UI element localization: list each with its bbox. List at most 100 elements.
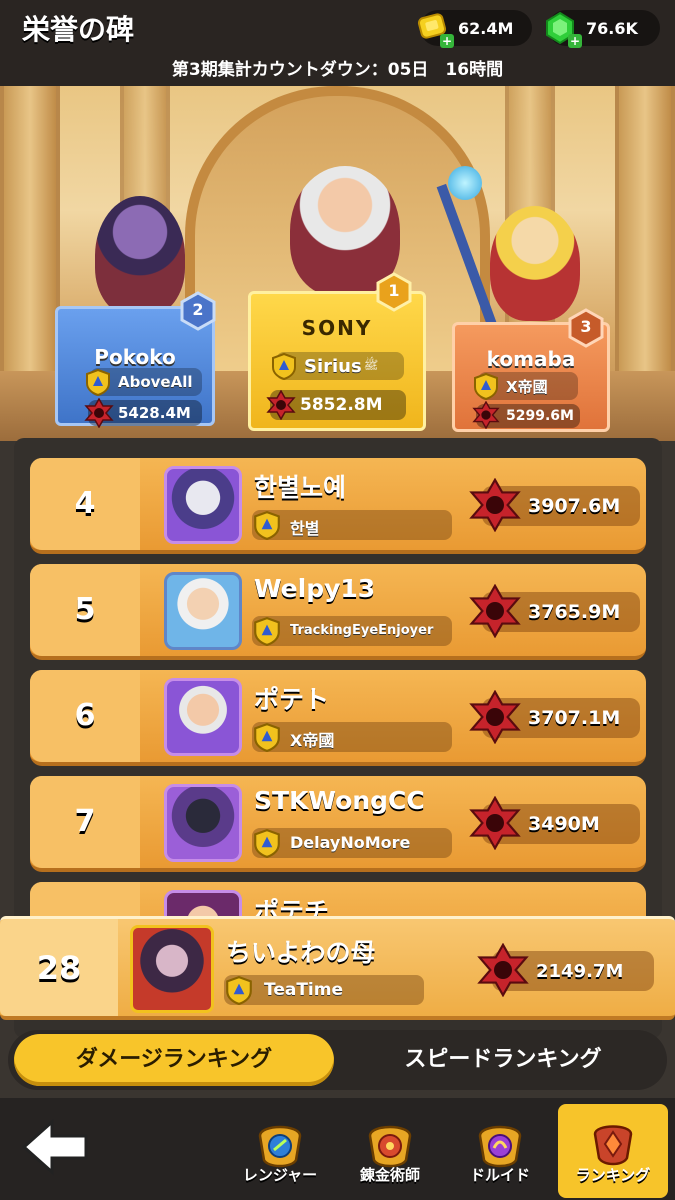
bottom-nav: レンジャー 錬金術師 ドルイド ランキング (0, 1098, 675, 1200)
player-avatar[interactable] (164, 466, 242, 544)
guild-shield-icon (472, 372, 500, 401)
season-countdown: 第3期集計カウントダウン：05日 16時間 (0, 56, 675, 86)
damage-demon-icon (476, 942, 530, 998)
guild-pill: TrackingEyeEnjoyer (252, 616, 452, 647)
rank1-badge: 1 (374, 272, 414, 312)
add-gold-icon[interactable]: + (440, 34, 454, 48)
rank3-player-name: komaba (486, 347, 576, 371)
gem-icon: + (542, 10, 582, 48)
rank1-player-name: Sirius (304, 355, 362, 377)
ranking-row[interactable]: 7 STKWongCC DelayNoMore 3490M (30, 776, 646, 872)
rank2-guild: AboveAll (86, 368, 202, 397)
guild-shield-icon (270, 352, 298, 381)
rank3-character[interactable] (490, 206, 580, 321)
gold-coin-icon: + (414, 10, 454, 48)
rank-number: 7 (74, 804, 96, 839)
tab-damage-ranking[interactable]: ダメージランキング (14, 1034, 334, 1086)
damage-demon-icon (468, 583, 522, 639)
guild-shield-icon (252, 510, 282, 541)
damage-value: 3490M (528, 813, 600, 835)
rank2-damage-value: 5428.4M (118, 404, 191, 422)
damage-pill: 3490M (469, 795, 640, 851)
damage-pill: 3707.1M (469, 689, 640, 745)
damage-pill: 3765.9M (469, 583, 640, 639)
guild-shield-icon (252, 722, 282, 753)
gold-amount: 62.4M (458, 18, 514, 38)
damage-demon-icon (468, 689, 522, 745)
guild-pill: 한별 (252, 510, 452, 541)
rank3-damage-value: 5299.6M (506, 408, 574, 424)
guild-shield-icon (252, 828, 282, 859)
tab-speed-ranking[interactable]: スピードランキング (348, 1034, 658, 1086)
rank-number: 5 (74, 592, 96, 627)
my-rank-number: 28 (36, 949, 82, 987)
damage-pill: 3907.6M (469, 477, 640, 533)
rank2-guild-name: AboveAll (118, 373, 193, 391)
nav-druid[interactable]: ドルイド (450, 1104, 550, 1198)
podium-stage: Pokoko 2 AboveAll 5428.4M SONY 1 Sirius … (0, 86, 675, 441)
gold-counter[interactable]: + 62.4M (417, 10, 532, 48)
rank1-damage-value: 5852.8M (300, 395, 383, 415)
top-bar: 栄誉の碑 + 62.4M + 76.6K (0, 0, 675, 56)
rank3-damage: 5299.6M (472, 400, 580, 430)
guild-name: TrackingEyeEnjoyer (290, 623, 434, 638)
damage-demon-icon (468, 795, 522, 851)
nav-ranger-label: レンジャー (242, 1166, 318, 1184)
my-guild-name: TeaTime (264, 980, 344, 1000)
player-avatar[interactable] (164, 572, 242, 650)
damage-demon-icon (266, 389, 296, 421)
guild-name: 한별 (290, 519, 320, 538)
nav-druid-label: ドルイド (469, 1166, 530, 1184)
rank1-title-badge: SONY (301, 316, 373, 340)
ranking-row[interactable]: 4 한별노예 한별 3907.6M (30, 458, 646, 554)
rank1-name-glyph: ﷺ (363, 357, 379, 372)
guild-shield-icon (84, 368, 112, 397)
my-guild-pill: TeaTime (224, 975, 424, 1006)
player-name: 한별노예 (254, 473, 347, 502)
player-name: Welpy13 (254, 574, 376, 603)
back-arrow-icon (21, 1118, 88, 1176)
rank2-number: 2 (192, 300, 204, 319)
guild-pill: DelayNoMore (252, 828, 452, 859)
guild-shield-icon (224, 975, 254, 1006)
damage-value: 3707.1M (528, 707, 621, 729)
nav-alchemist-label: 錬金術師 (359, 1166, 420, 1184)
damage-value: 3907.6M (528, 495, 621, 517)
guild-shield-icon (252, 616, 282, 647)
rank2-badge: 2 (178, 291, 218, 331)
ranking-row[interactable]: 6 ポテト X帝國 3707.1M (30, 670, 646, 766)
nav-ranking-label: ランキング (575, 1166, 651, 1184)
player-avatar[interactable] (164, 678, 242, 756)
rank2-character[interactable] (95, 196, 185, 316)
guild-pill: X帝國 (252, 722, 452, 753)
rank3-badge: 3 (566, 308, 606, 348)
damage-value: 3765.9M (528, 601, 621, 623)
rank3-number: 3 (580, 317, 592, 336)
ranking-type-tabs: ダメージランキング スピードランキング (8, 1030, 667, 1090)
ranking-row[interactable]: 5 Welpy13 TrackingEyeEnjoyer 3765.9M (30, 564, 646, 660)
my-avatar[interactable] (130, 925, 214, 1013)
rank1-number: 1 (388, 281, 400, 300)
staff-orb-icon (448, 166, 482, 200)
rank-number: 6 (74, 698, 96, 733)
back-button[interactable] (20, 1116, 92, 1178)
add-gem-icon[interactable]: + (568, 34, 582, 48)
rank2-damage: 5428.4M (84, 397, 202, 429)
gem-counter[interactable]: + 76.6K (546, 10, 660, 48)
player-name: ポテト (254, 685, 330, 714)
nav-ranking[interactable]: ランキング (558, 1104, 668, 1198)
guild-name: X帝國 (290, 731, 335, 750)
page-title: 栄誉の碑 (22, 13, 135, 46)
nav-ranger[interactable]: レンジャー (230, 1104, 330, 1198)
my-damage-pill: 2149.7M (477, 942, 654, 998)
my-damage-value: 2149.7M (536, 961, 624, 982)
my-rank-row[interactable]: 28 ちいよわの母 TeaTime 2149.7M (0, 916, 675, 1020)
nav-alchemist[interactable]: 錬金術師 (340, 1104, 440, 1198)
rank3-guild: X帝國 (474, 372, 578, 401)
gem-amount: 76.6K (586, 18, 638, 38)
my-player-name: ちいよわの母 (226, 938, 376, 967)
player-avatar[interactable] (164, 784, 242, 862)
rank2-player-name: Pokoko (94, 345, 176, 369)
rank-number: 4 (74, 486, 96, 521)
guild-name: DelayNoMore (290, 833, 411, 852)
